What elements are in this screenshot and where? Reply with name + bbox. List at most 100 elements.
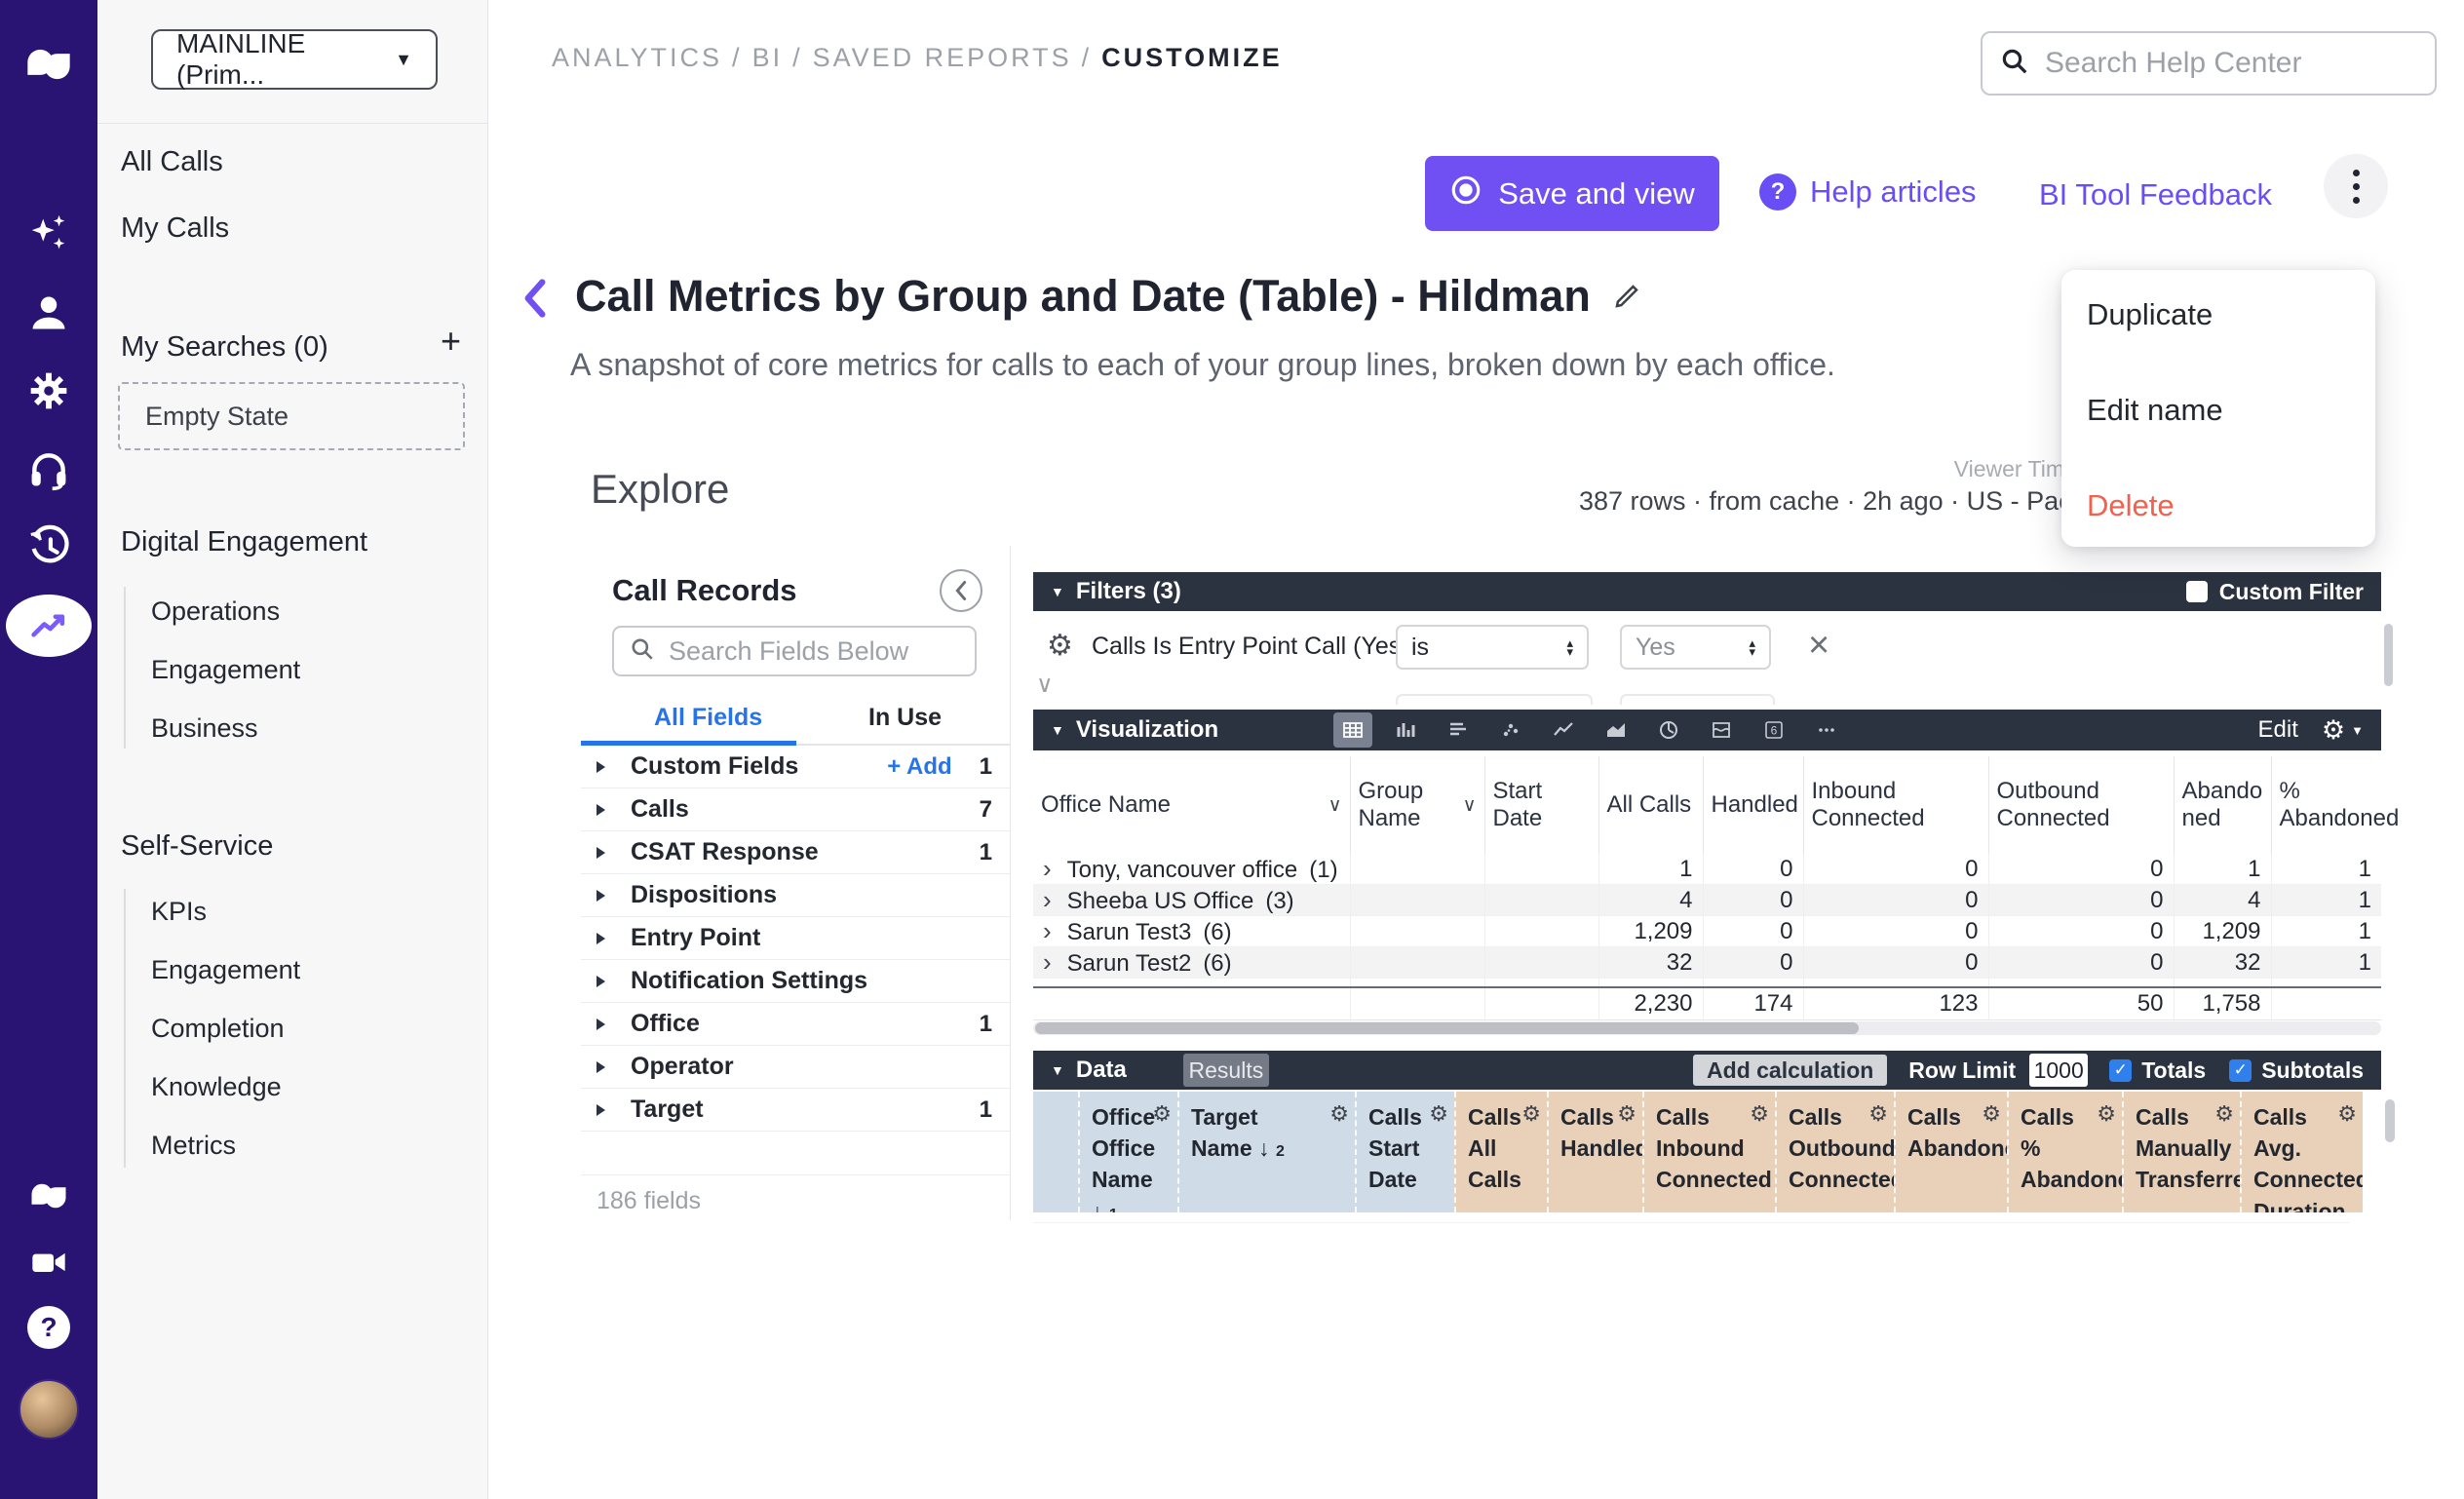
collapse-filters-caret[interactable]: ▼ bbox=[1051, 584, 1064, 599]
sidebar-item-my-calls[interactable]: My Calls bbox=[121, 212, 229, 245]
breadcrumb-analytics[interactable]: ANALYTICS bbox=[552, 43, 722, 72]
tab-all-fields[interactable]: All Fields bbox=[654, 704, 762, 732]
menu-item-edit-name[interactable]: Edit name bbox=[2087, 393, 2223, 428]
results-tab[interactable]: Results bbox=[1183, 1054, 1269, 1087]
expand-caret-icon[interactable] bbox=[597, 1061, 605, 1073]
data-column[interactable]: ⚙Calls Handled bbox=[1547, 1092, 1642, 1212]
data-column[interactable]: ⚙Calls Outbound Connected bbox=[1775, 1092, 1894, 1212]
filter-operator-select[interactable]: is ▴▾ bbox=[1396, 625, 1589, 670]
analytics-chart-icon[interactable] bbox=[6, 595, 92, 657]
collapse-data-caret[interactable]: ▼ bbox=[1051, 1062, 1064, 1078]
breadcrumb-bi[interactable]: BI bbox=[752, 43, 784, 72]
expand-caret-icon[interactable] bbox=[597, 761, 605, 773]
column-gear-icon[interactable]: ⚙ bbox=[1982, 1099, 2001, 1130]
scatter-chart-icon[interactable] bbox=[1491, 712, 1530, 748]
expand-row-caret-icon[interactable]: › bbox=[1043, 885, 1052, 914]
column-gear-icon[interactable]: ⚙ bbox=[1868, 1099, 1888, 1130]
edit-title-pencil-icon[interactable] bbox=[1612, 271, 1641, 322]
data-vertical-scrollbar[interactable] bbox=[2385, 1099, 2395, 1142]
data-column[interactable]: ⚙Calls Avg. Connected Duration bbox=[2240, 1092, 2363, 1212]
help-articles-link[interactable]: ? Help articles bbox=[1759, 173, 1977, 211]
sidebar-item-operations[interactable]: Operations bbox=[151, 596, 280, 627]
remove-filter-button[interactable]: × bbox=[1808, 625, 1829, 667]
contacts-icon[interactable] bbox=[27, 291, 70, 334]
sidebar-item-completion[interactable]: Completion bbox=[151, 1014, 285, 1044]
field-group-row[interactable]: CSAT Response1 bbox=[581, 831, 1010, 874]
data-column[interactable]: ⚙Calls Start Date bbox=[1355, 1092, 1454, 1212]
row-limit-input[interactable] bbox=[2029, 1054, 2088, 1087]
more-options-button[interactable] bbox=[2324, 154, 2388, 218]
back-button[interactable] bbox=[520, 277, 550, 325]
sidebar-item-engagement[interactable]: Engagement bbox=[151, 655, 300, 685]
field-group-row[interactable]: Operator bbox=[581, 1046, 1010, 1089]
filters-scrollbar[interactable] bbox=[2384, 624, 2393, 686]
column-chart-icon[interactable] bbox=[1386, 712, 1425, 748]
expand-row-caret-icon[interactable]: › bbox=[1043, 916, 1052, 945]
collapse-panel-button[interactable] bbox=[940, 569, 982, 612]
field-group-row[interactable]: Custom Fields+ Add1 bbox=[581, 746, 1010, 788]
map-chart-icon[interactable] bbox=[1702, 712, 1741, 748]
expand-row-caret-icon[interactable]: › bbox=[1043, 947, 1052, 977]
field-group-row[interactable]: Notification Settings bbox=[581, 960, 1010, 1003]
menu-item-delete[interactable]: Delete bbox=[2087, 488, 2175, 523]
line-chart-icon[interactable] bbox=[1544, 712, 1583, 748]
data-column[interactable]: ⚙Target Name ↓ 2 bbox=[1177, 1092, 1355, 1212]
filter-gear-icon[interactable]: ⚙ bbox=[1047, 629, 1073, 663]
visualization-settings-gear-icon[interactable]: ⚙ bbox=[2322, 715, 2345, 746]
column-gear-icon[interactable]: ⚙ bbox=[2214, 1099, 2234, 1130]
column-sort-caret-icon[interactable]: ∨ bbox=[1463, 794, 1477, 817]
support-headset-icon[interactable] bbox=[27, 448, 70, 491]
expand-caret-icon[interactable] bbox=[597, 933, 605, 944]
video-meetings-icon[interactable] bbox=[27, 1243, 70, 1282]
data-column[interactable]: ⚙Calls Abandoned bbox=[1894, 1092, 2007, 1212]
scrollbar-thumb[interactable] bbox=[1035, 1022, 1859, 1034]
expand-caret-icon[interactable] bbox=[597, 976, 605, 987]
column-gear-icon[interactable]: ⚙ bbox=[2337, 1099, 2357, 1130]
column-gear-icon[interactable]: ⚙ bbox=[1521, 1099, 1541, 1130]
history-icon[interactable] bbox=[26, 524, 71, 569]
bar-chart-icon[interactable] bbox=[1439, 712, 1478, 748]
help-center-search[interactable]: Search Help Center bbox=[1981, 31, 2437, 96]
expand-caret-icon[interactable] bbox=[597, 804, 605, 816]
sidebar-item-knowledge[interactable]: Knowledge bbox=[151, 1072, 282, 1102]
column-gear-icon[interactable]: ⚙ bbox=[1429, 1099, 1448, 1130]
field-group-row[interactable]: Target1 bbox=[581, 1089, 1010, 1132]
column-gear-icon[interactable]: ⚙ bbox=[1329, 1099, 1349, 1130]
data-column[interactable]: ⚙Calls All Calls bbox=[1454, 1092, 1547, 1212]
expand-caret-icon[interactable] bbox=[597, 1104, 605, 1116]
area-chart-icon[interactable] bbox=[1597, 712, 1636, 748]
tab-in-use[interactable]: In Use bbox=[868, 704, 942, 732]
help-icon[interactable]: ? bbox=[27, 1306, 70, 1349]
settings-gear-icon[interactable] bbox=[27, 369, 70, 412]
custom-filter-checkbox[interactable] bbox=[2186, 581, 2208, 602]
collapse-visualization-caret[interactable]: ▼ bbox=[1051, 722, 1064, 738]
more-icon[interactable] bbox=[1807, 712, 1846, 748]
field-group-row[interactable]: Calls7 bbox=[581, 788, 1010, 831]
data-column[interactable]: ⚙Office Office Name ↓ 1 bbox=[1078, 1092, 1177, 1212]
add-custom-field-link[interactable]: + Add bbox=[887, 753, 951, 781]
bi-tool-feedback-link[interactable]: BI Tool Feedback bbox=[2039, 177, 2272, 212]
totals-checkbox[interactable]: ✓ bbox=[2109, 1059, 2132, 1082]
sidebar-item-business[interactable]: Business bbox=[151, 713, 258, 744]
sidebar-item-metrics[interactable]: Metrics bbox=[151, 1131, 236, 1161]
field-group-row[interactable]: Entry Point bbox=[581, 917, 1010, 960]
column-gear-icon[interactable]: ⚙ bbox=[1750, 1099, 1769, 1130]
column-gear-icon[interactable]: ⚙ bbox=[1617, 1099, 1636, 1130]
add-calculation-button[interactable]: Add calculation bbox=[1693, 1055, 1887, 1086]
search-fields-input[interactable]: Search Fields Below bbox=[612, 626, 977, 676]
data-column[interactable]: ⚙Calls Manually Transferred bbox=[2122, 1092, 2240, 1212]
expand-filters-chevron[interactable]: ∨ bbox=[1036, 671, 1054, 699]
edit-visualization-link[interactable]: Edit bbox=[2258, 716, 2298, 744]
field-group-row[interactable]: Office1 bbox=[581, 1003, 1010, 1046]
dialpad-logo-icon[interactable] bbox=[23, 45, 74, 84]
expand-caret-icon[interactable] bbox=[597, 890, 605, 902]
subtotals-checkbox[interactable]: ✓ bbox=[2229, 1059, 2252, 1082]
menu-item-duplicate[interactable]: Duplicate bbox=[2087, 297, 2213, 332]
data-column[interactable]: ⚙Calls Inbound Connected bbox=[1642, 1092, 1775, 1212]
data-column[interactable]: ⚙Calls % Abandoned bbox=[2007, 1092, 2122, 1212]
save-and-view-button[interactable]: Save and view bbox=[1425, 156, 1719, 231]
single-value-icon[interactable]: 6 bbox=[1754, 712, 1793, 748]
expand-row-caret-icon[interactable]: › bbox=[1043, 854, 1052, 883]
column-gear-icon[interactable]: ⚙ bbox=[1152, 1099, 1172, 1130]
expand-caret-icon[interactable] bbox=[597, 1019, 605, 1030]
